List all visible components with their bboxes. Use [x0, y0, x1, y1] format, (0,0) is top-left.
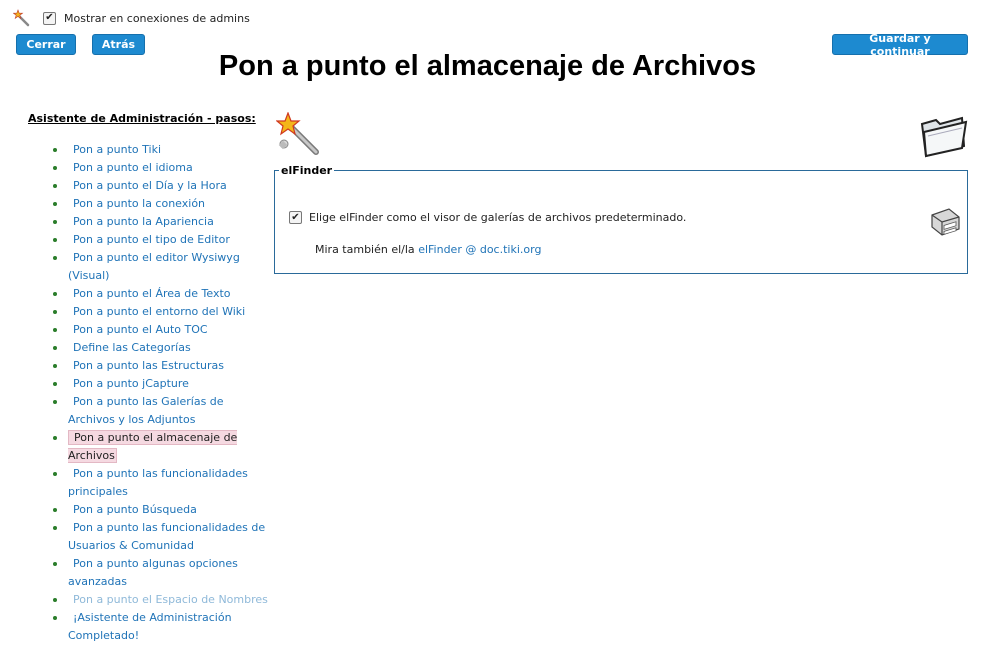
wizard-step-item: Pon a punto el Día y la Hora — [52, 177, 272, 195]
wizard-step-link[interactable]: Pon a punto el Área de Texto — [68, 287, 231, 300]
file-cabinet-icon — [931, 208, 960, 236]
wizard-step-link[interactable]: Pon a punto el Día y la Hora — [68, 179, 227, 192]
wizard-step-item: Pon a punto el almacenaje de Archivos — [52, 429, 272, 465]
wizard-step-link[interactable]: ¡Asistente de Administración Completado! — [68, 611, 232, 642]
elfinder-doc-link[interactable]: elFinder @ doc.tiki.org — [418, 243, 541, 256]
wizard-step-link[interactable]: Pon a punto el Auto TOC — [68, 323, 208, 336]
wizard-step-item: Pon a punto la conexión — [52, 195, 272, 213]
wizard-step-link[interactable]: Pon a punto las funcionalidades principa… — [68, 467, 248, 498]
show-in-admin-checkbox[interactable]: ✔ — [43, 11, 56, 25]
wizard-step-item: Pon a punto el Área de Texto — [52, 285, 272, 303]
admin-toggle-bar: ✔ Mostrar en conexiones de admins — [13, 9, 250, 27]
wizard-step-link[interactable]: Pon a punto las Galerías de Archivos y l… — [68, 395, 224, 426]
elfinder-default-checkbox[interactable]: ✔ — [289, 211, 302, 224]
wizard-steps-list: Pon a punto Tiki Pon a punto el idioma Pon… — [52, 141, 272, 645]
wizard-step-item: Pon a punto el Auto TOC — [52, 321, 272, 339]
wizard-step-item: Define las Categorías — [52, 339, 272, 357]
page-title: Pon a punto el almacenaje de Archivos — [218, 50, 757, 82]
wizard-step-item: Pon a punto jCapture — [52, 375, 272, 393]
folder-icon — [920, 116, 968, 158]
wizard-step-link[interactable]: Pon a punto la conexión — [68, 197, 205, 210]
wizard-step-link[interactable]: Pon a punto el entorno del Wiki — [68, 305, 245, 318]
wizard-step-item: Pon a punto las Estructuras — [52, 357, 272, 375]
wizard-step-item: Pon a punto Búsqueda — [52, 501, 272, 519]
wizard-steps-heading: Asistente de Administración - pasos: — [28, 112, 256, 125]
wizard-step-link[interactable]: Pon a punto el tipo de Editor — [68, 233, 230, 246]
see-also-text: Mira también el/la elFinder @ doc.tiki.o… — [315, 243, 541, 256]
wizard-step-item: Pon a punto algunas opciones avanzadas — [52, 555, 272, 591]
wizard-step-item: Pon a punto el editor Wysiwyg (Visual) — [52, 249, 272, 285]
wizard-step-link[interactable]: Pon a punto las funcionalidades de Usuar… — [68, 521, 265, 552]
elfinder-pref-label: Elige elFinder como el visor de galerías… — [309, 211, 687, 224]
see-also-prefix: Mira también el/la — [315, 243, 415, 256]
wizard-wand-small-icon — [13, 9, 30, 27]
wizard-step-link[interactable]: Pon a punto el almacenaje de Archivos — [68, 430, 238, 463]
wizard-step-item: Pon a punto el Espacio de Nombres — [52, 591, 272, 609]
wizard-step-item: ¡Asistente de Administración Completado! — [52, 609, 272, 645]
wizard-step-link[interactable]: Pon a punto la Apariencia — [68, 215, 214, 228]
wizard-step-link[interactable]: Pon a punto Tiki — [68, 143, 161, 156]
wizard-step-link[interactable]: Pon a punto jCapture — [68, 377, 189, 390]
wizard-step-link: Pon a punto el Espacio de Nombres — [73, 593, 268, 606]
elfinder-fieldset: elFinder ✔ Elige elFinder como el visor … — [274, 164, 968, 274]
elfinder-legend: elFinder — [281, 164, 333, 177]
wizard-step-item: Pon a punto el entorno del Wiki — [52, 303, 272, 321]
wizard-step-item: Pon a punto las funcionalidades de Usuar… — [52, 519, 272, 555]
show-in-admin-label: Mostrar en conexiones de admins — [64, 11, 250, 25]
wizard-step-item: Pon a punto el tipo de Editor — [52, 231, 272, 249]
wizard-step-item: Pon a punto Tiki — [52, 141, 272, 159]
wizard-step-link[interactable]: Pon a punto el idioma — [68, 161, 193, 174]
wizard-step-item: Pon a punto la Apariencia — [52, 213, 272, 231]
wizard-step-item: Pon a punto las funcionalidades principa… — [52, 465, 272, 501]
wizard-step-link[interactable]: Define las Categorías — [68, 341, 191, 354]
wizard-step-link[interactable]: Pon a punto algunas opciones avanzadas — [68, 557, 238, 588]
wizard-step-item: Pon a punto las Galerías de Archivos y l… — [52, 393, 272, 429]
wizard-wand-icon — [276, 112, 319, 155]
wizard-step-link[interactable]: Pon a punto Búsqueda — [68, 503, 197, 516]
elfinder-pref-row: ✔ Elige elFinder como el visor de galerí… — [289, 211, 686, 224]
wizard-step-link[interactable]: Pon a punto las Estructuras — [68, 359, 224, 372]
wizard-step-item: Pon a punto el idioma — [52, 159, 272, 177]
wizard-step-link[interactable]: Pon a punto el editor Wysiwyg (Visual) — [68, 251, 240, 282]
